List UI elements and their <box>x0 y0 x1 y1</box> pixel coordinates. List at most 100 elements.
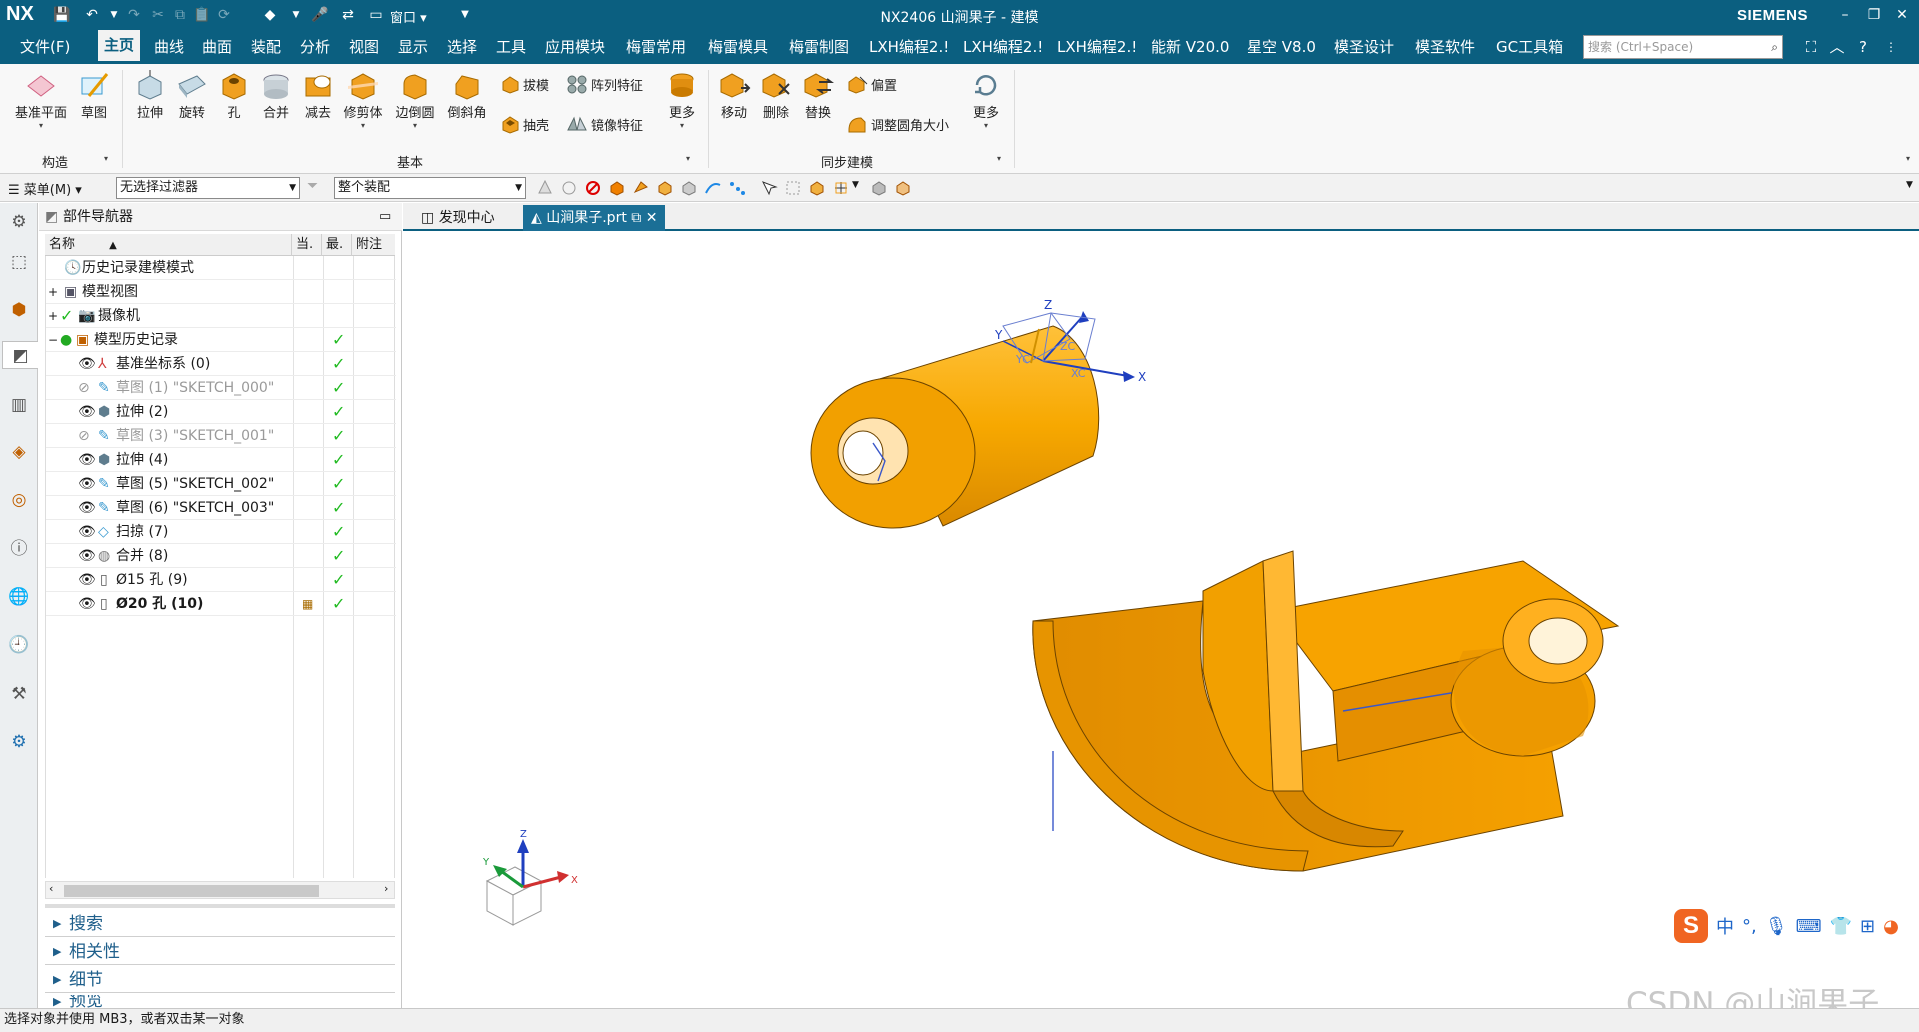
ime-chinese-mode[interactable]: 中 <box>1716 913 1734 939</box>
constraint-navigator-icon[interactable]: ⬢ <box>5 296 33 324</box>
expand-icon[interactable]: + <box>48 280 58 304</box>
tree-row-feature[interactable]: 👁 ✎ 草图 (5) "SKETCH_002" ✓ <box>46 472 396 496</box>
edge-blend-button[interactable]: 边倒圆 ▾ <box>392 70 438 130</box>
tree-row-feature[interactable]: 👁 ✎ 草图 (6) "SKETCH_003" ✓ <box>46 496 396 520</box>
tree-row-feature-current[interactable]: 👁 ▯ Ø20 孔 (10) ▦ ✓ <box>46 592 396 616</box>
move-face-button[interactable]: 移动 <box>714 70 754 121</box>
column-name[interactable]: 名称 ▲ <box>45 234 292 256</box>
select-solid-icon[interactable] <box>680 179 698 197</box>
tab-curve[interactable]: 曲线 <box>148 30 190 64</box>
save-icon[interactable]: 💾 <box>52 5 72 25</box>
paste-icon[interactable]: 📋 <box>192 5 212 25</box>
panel-splitter[interactable] <box>45 904 395 908</box>
tree-row-feature[interactable]: 👁 ⅄ 基准坐标系 (0) ✓ <box>46 352 396 376</box>
graphics-viewport[interactable]: Z X Y ZC YC XC Z X Y <box>403 231 1919 1008</box>
filter-funnel-icon[interactable]: ⏷ <box>307 178 318 194</box>
column-latest[interactable]: 最. <box>322 234 352 256</box>
tab-meilei-mold[interactable]: 梅雷模具 <box>702 30 774 64</box>
checkmark-icon[interactable]: ✓ <box>60 304 73 328</box>
subtract-button[interactable]: 减去 <box>298 70 338 121</box>
curve-rule-icon[interactable] <box>704 179 722 197</box>
customize-quick-access-icon[interactable]: ▼ <box>455 5 475 25</box>
ime-keyboard-icon[interactable]: ⌨ <box>1796 916 1822 937</box>
cut-icon[interactable]: ✂ <box>148 5 168 25</box>
history-icon[interactable]: 🕘 <box>5 631 33 659</box>
shell-button[interactable]: 抽壳 <box>500 114 549 134</box>
window-menu[interactable]: 窗口 ▾ <box>390 7 427 26</box>
tab-discovery-center[interactable]: ◫ 发现中心 <box>413 205 503 231</box>
extrude-button[interactable]: 拉伸 <box>130 70 170 121</box>
repeat-icon[interactable]: ⟳ <box>214 5 234 25</box>
select-in-box-icon[interactable] <box>784 179 802 197</box>
expand-icon[interactable]: + <box>48 304 58 328</box>
tree-row-history-mode[interactable]: 🕓 历史记录建模模式 <box>46 256 396 280</box>
microphone-icon[interactable]: 🎤 <box>310 5 330 25</box>
tab-file[interactable]: 文件(F) <box>14 30 76 64</box>
copy-icon[interactable]: ⧉ <box>170 5 190 25</box>
undo-dropdown-icon[interactable]: ▼ <box>104 5 124 25</box>
snap-point-icon[interactable] <box>832 179 850 197</box>
view-shaded-icon[interactable] <box>894 179 912 197</box>
tree-row-feature[interactable]: 👁 ▯ Ø15 孔 (9) ✓ <box>46 568 396 592</box>
tree-row-feature[interactable]: 👁 ⬢ 拉伸 (4) ✓ <box>46 448 396 472</box>
snap-icon[interactable] <box>560 179 578 197</box>
touch-mode-icon[interactable]: ◆ <box>260 5 280 25</box>
search-icon[interactable]: ⌕ <box>1771 36 1778 58</box>
system-scenes-icon[interactable]: ⚙ <box>5 728 33 756</box>
datum-plane-button[interactable]: 基准平面 ▾ <box>8 70 74 130</box>
hd3d-tools-icon[interactable]: ◈ <box>5 438 33 466</box>
help-icon[interactable]: ? <box>1852 36 1874 58</box>
tab-meilei-drawing[interactable]: 梅雷制图 <box>783 30 855 64</box>
ribbon-options-dropdown-icon[interactable]: ▾ <box>1906 154 1910 163</box>
visible-eye-icon[interactable]: 👁 <box>78 400 96 424</box>
tree-row-feature[interactable]: ⊘ ✎ 草图 (3) "SKETCH_001" ✓ <box>46 424 396 448</box>
chamfer-button[interactable]: 倒斜角 <box>444 70 490 121</box>
section-search[interactable]: ▶ 搜索 <box>45 911 395 937</box>
view-solid-icon[interactable] <box>870 179 888 197</box>
hole-button[interactable]: 孔 <box>214 70 254 121</box>
tree-row-feature[interactable]: ⊘ ✎ 草图 (1) "SKETCH_000" ✓ <box>46 376 396 400</box>
scroll-left-icon[interactable]: ‹ <box>49 882 53 895</box>
maximize-navigator-icon[interactable]: ▭ <box>379 203 391 231</box>
draft-button[interactable]: 拔模 <box>500 74 549 94</box>
resize-blend-button[interactable]: 调整圆角大小 <box>846 114 949 134</box>
tab-analysis[interactable]: 分析 <box>294 30 336 64</box>
tree-row-feature[interactable]: 👁 ◇ 扫掠 (7) ✓ <box>46 520 396 544</box>
snap-dropdown-icon[interactable]: ▼ <box>852 180 859 190</box>
command-search-input[interactable]: 搜索 (Ctrl+Space) ⌕ <box>1583 35 1783 59</box>
collapse-ribbon-icon[interactable]: ︿ <box>1826 36 1848 58</box>
navigator-horizontal-scrollbar[interactable]: ‹ › <box>45 881 395 899</box>
select-face-icon[interactable] <box>632 179 650 197</box>
tab-mosheng-design[interactable]: 模圣设计 <box>1328 30 1400 64</box>
sync-more-button[interactable]: 更多 ▾ <box>966 70 1006 130</box>
unite-button[interactable]: 合并 <box>256 70 296 121</box>
visible-eye-icon[interactable]: 👁 <box>78 472 96 496</box>
scrollbar-thumb[interactable] <box>64 885 319 897</box>
detach-tab-icon[interactable]: ⧉ <box>631 210 641 226</box>
role-icon[interactable]: ⚒ <box>5 680 33 708</box>
tab-part-file[interactable]: ◭ 山涧果子.prt ⧉ ✕ <box>523 205 666 231</box>
tree-row-feature[interactable]: 👁 ◍ 合并 (8) ✓ <box>46 544 396 568</box>
tab-home[interactable]: 主页 <box>98 30 141 64</box>
tab-xingkong[interactable]: 星空 V8.0 <box>1241 30 1322 64</box>
section-dependencies[interactable]: ▶ 相关性 <box>45 939 395 965</box>
window-icon[interactable]: ▭ <box>366 5 386 25</box>
assembly-navigator-icon[interactable]: ⬚ <box>5 248 33 276</box>
tab-view[interactable]: 视图 <box>343 30 385 64</box>
filter-bar-options-icon[interactable]: ▼ <box>1906 180 1913 190</box>
column-notes[interactable]: 附注 <box>352 234 395 256</box>
more-options-icon[interactable]: ⋮ <box>1880 36 1902 58</box>
revolve-button[interactable]: 旋转 <box>172 70 212 121</box>
tab-meilei-common[interactable]: 梅雷常用 <box>620 30 692 64</box>
settings-icon[interactable]: ⚙ <box>5 208 33 236</box>
section-preview[interactable]: ▶ 预览 <box>45 995 395 1008</box>
internet-explorer-icon[interactable]: 🌐 <box>5 583 33 611</box>
redo-icon[interactable]: ↷ <box>124 5 144 25</box>
construct-group-dropdown-icon[interactable]: ▾ <box>104 154 108 163</box>
section-details[interactable]: ▶ 细节 <box>45 967 395 993</box>
select-feature-icon[interactable] <box>656 179 674 197</box>
tab-applications[interactable]: 应用模块 <box>539 30 611 64</box>
ime-skin-icon[interactable]: 👕 <box>1830 916 1852 937</box>
tab-lxh-3[interactable]: LXH编程2.! <box>1051 30 1143 64</box>
sync-group-dropdown-icon[interactable]: ▾ <box>997 154 1001 163</box>
